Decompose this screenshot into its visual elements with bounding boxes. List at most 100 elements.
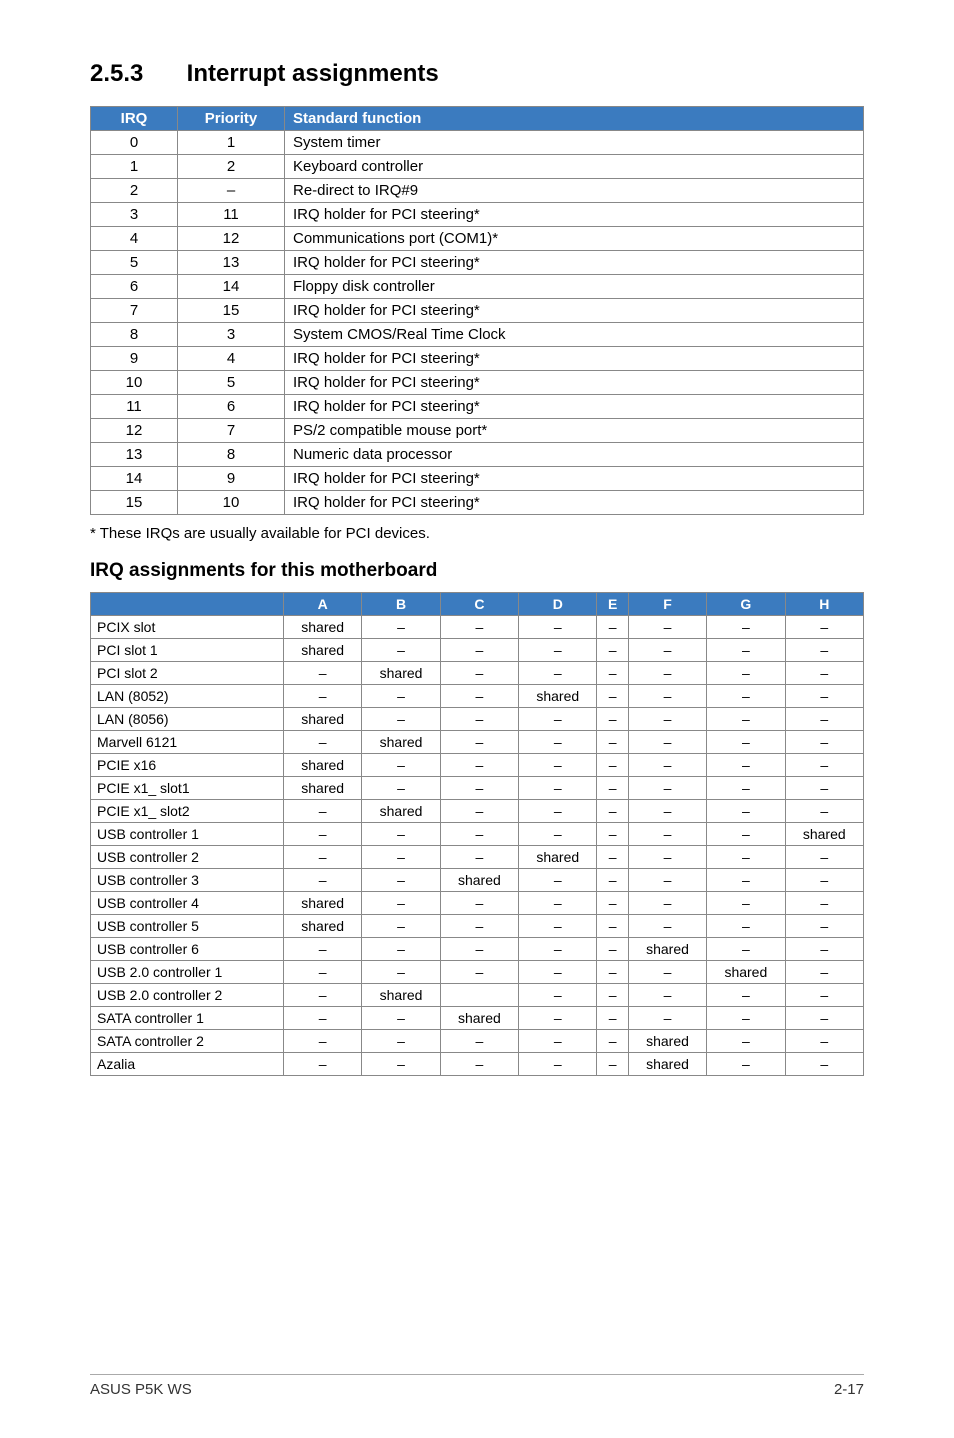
table-cell: shared: [628, 1053, 706, 1076]
table-cell: IRQ holder for PCI steering*: [285, 203, 864, 227]
table-cell: shared: [284, 616, 362, 639]
table-cell: 13: [178, 251, 285, 275]
table-header-cell: E: [597, 593, 628, 616]
table-cell: –: [707, 915, 785, 938]
table-cell: –: [597, 892, 628, 915]
table-cell: 12: [178, 227, 285, 251]
table-cell: 5: [91, 251, 178, 275]
table-row: 149IRQ holder for PCI steering*: [91, 467, 864, 491]
table-cell: –: [597, 869, 628, 892]
table-row: 311IRQ holder for PCI steering*: [91, 203, 864, 227]
table-cell: –: [284, 961, 362, 984]
table-cell: –: [284, 938, 362, 961]
table-cell: USB controller 4: [91, 892, 284, 915]
table-row: USB controller 5shared–––––––: [91, 915, 864, 938]
table-cell: –: [597, 823, 628, 846]
table-cell: shared: [519, 846, 597, 869]
footer-right: 2-17: [834, 1381, 864, 1398]
table-cell: –: [707, 708, 785, 731]
table-cell: –: [362, 685, 440, 708]
table-cell: –: [440, 1030, 518, 1053]
table-row: USB controller 6–––––shared––: [91, 938, 864, 961]
table-cell: –: [178, 179, 285, 203]
table-cell: –: [519, 869, 597, 892]
table-cell: –: [707, 984, 785, 1007]
table-cell: –: [284, 1053, 362, 1076]
table-cell: –: [519, 731, 597, 754]
table-row: Marvell 6121–shared––––––: [91, 731, 864, 754]
table-cell: 9: [91, 347, 178, 371]
table-cell: –: [707, 731, 785, 754]
table-row: LAN (8052)–––shared––––: [91, 685, 864, 708]
table-cell: –: [362, 938, 440, 961]
table-cell: –: [628, 754, 706, 777]
table-header-cell: [91, 593, 284, 616]
table-cell: –: [628, 961, 706, 984]
table-cell: –: [785, 869, 863, 892]
table-row: 412Communications port (COM1)*: [91, 227, 864, 251]
table-cell: Numeric data processor: [285, 443, 864, 467]
table-cell: –: [628, 984, 706, 1007]
table-cell: –: [597, 685, 628, 708]
table-cell: –: [707, 823, 785, 846]
table-cell: –: [284, 731, 362, 754]
table-cell: USB 2.0 controller 2: [91, 984, 284, 1007]
table-cell: –: [597, 1007, 628, 1030]
table-cell: –: [628, 800, 706, 823]
table-cell: –: [362, 639, 440, 662]
table-cell: –: [628, 869, 706, 892]
table-cell: 5: [178, 371, 285, 395]
table-cell: IRQ holder for PCI steering*: [285, 467, 864, 491]
table-cell: 9: [178, 467, 285, 491]
irq-note: * These IRQs are usually available for P…: [90, 525, 864, 542]
table-cell: –: [362, 961, 440, 984]
table-cell: –: [785, 984, 863, 1007]
table-cell: –: [785, 938, 863, 961]
table-cell: 7: [178, 419, 285, 443]
table-cell: –: [785, 892, 863, 915]
table-cell: shared: [628, 938, 706, 961]
table-cell: –: [440, 823, 518, 846]
table-header-cell: H: [785, 593, 863, 616]
table-cell: –: [597, 639, 628, 662]
table-cell: 4: [91, 227, 178, 251]
irq-header-irq: IRQ: [91, 107, 178, 131]
table-header-cell: G: [707, 593, 785, 616]
table-cell: Azalia: [91, 1053, 284, 1076]
table-cell: shared: [362, 731, 440, 754]
table-cell: –: [440, 938, 518, 961]
table-row: 715IRQ holder for PCI steering*: [91, 299, 864, 323]
table-cell: IRQ holder for PCI steering*: [285, 251, 864, 275]
table-cell: –: [519, 754, 597, 777]
table-cell: –: [440, 708, 518, 731]
table-cell: –: [785, 1007, 863, 1030]
table-cell: –: [597, 708, 628, 731]
table-header-cell: B: [362, 593, 440, 616]
table-cell: 8: [178, 443, 285, 467]
table-cell: –: [707, 869, 785, 892]
table-cell: –: [628, 616, 706, 639]
table-cell: –: [785, 800, 863, 823]
table-cell: –: [362, 1007, 440, 1030]
table-row: 83System CMOS/Real Time Clock: [91, 323, 864, 347]
table-cell: 2: [91, 179, 178, 203]
table-cell: 6: [178, 395, 285, 419]
table-cell: 8: [91, 323, 178, 347]
table-cell: –: [362, 616, 440, 639]
table-header-cell: A: [284, 593, 362, 616]
table-cell: PCIX slot: [91, 616, 284, 639]
table-cell: 6: [91, 275, 178, 299]
table-cell: USB controller 1: [91, 823, 284, 846]
table-row: 614Floppy disk controller: [91, 275, 864, 299]
table-cell: 4: [178, 347, 285, 371]
table-cell: IRQ holder for PCI steering*: [285, 299, 864, 323]
irq-table: IRQ Priority Standard function 01System …: [90, 106, 864, 515]
table-cell: –: [284, 685, 362, 708]
table-cell: PCIE x16: [91, 754, 284, 777]
table-row: 12Keyboard controller: [91, 155, 864, 179]
table-cell: shared: [707, 961, 785, 984]
table-cell: –: [519, 892, 597, 915]
table-cell: –: [707, 777, 785, 800]
table-cell: –: [785, 685, 863, 708]
table-cell: System timer: [285, 131, 864, 155]
